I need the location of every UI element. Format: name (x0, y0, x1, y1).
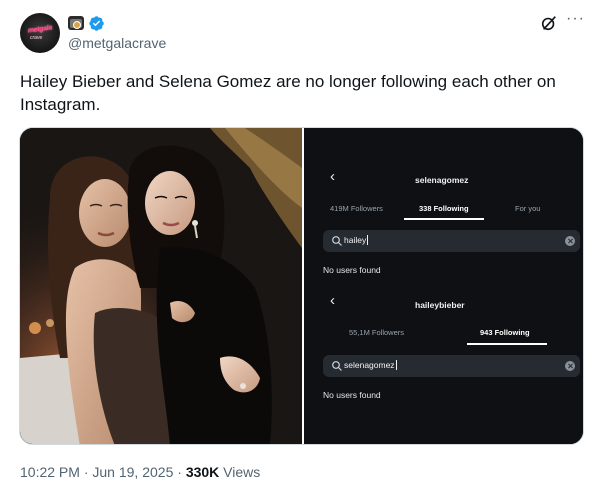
search-icon (332, 236, 342, 246)
more-options-icon[interactable]: ··· (566, 10, 585, 28)
clear-search-icon (565, 361, 575, 371)
photo-illustration (20, 128, 302, 444)
ig-tab-underline-2 (467, 343, 547, 345)
photo-hailey-selena[interactable] (20, 128, 302, 444)
ig-username-1: selenagomez (415, 175, 469, 185)
back-chevron-icon: ‹ (330, 292, 335, 309)
grok-icon[interactable] (540, 14, 558, 32)
ig-tab-following-2: 943 Following (480, 328, 530, 337)
ig-search-value-2: selenagomez (344, 360, 395, 370)
views-label: Views (223, 464, 261, 480)
camera-emoji-icon (68, 16, 84, 30)
account-handle[interactable]: @metgalacrave (68, 35, 166, 51)
ig-tab-foryou-1: For you (515, 204, 541, 213)
ig-tab-followers-1: 419M Followers (330, 204, 383, 213)
verified-badge-icon (89, 15, 104, 31)
search-icon (332, 361, 342, 371)
tweet-date[interactable]: Jun 19, 2025 (92, 464, 173, 480)
ig-tab-underline-1 (404, 218, 484, 220)
ig-empty-result-2: No users found (323, 390, 381, 400)
meta-separator: · (83, 464, 89, 480)
avatar-logo-subtext: crave (30, 35, 43, 41)
ig-search-value-1: hailey (344, 235, 367, 245)
ig-search-2: selenagomez (323, 355, 580, 377)
views-count: 330K (185, 464, 220, 480)
ig-search-1: hailey (323, 230, 580, 252)
tweet-media[interactable]: ‹ selenagomez 419M Followers 338 Followi… (19, 127, 584, 445)
instagram-screenshot[interactable]: ‹ selenagomez 419M Followers 338 Followi… (304, 128, 583, 444)
clear-search-icon (565, 236, 575, 246)
meta-separator: · (177, 464, 182, 480)
back-chevron-icon: ‹ (330, 168, 335, 185)
avatar[interactable]: metgala crave (20, 13, 60, 53)
ig-empty-result-1: No users found (323, 265, 381, 275)
tweet-text: Hailey Bieber and Selena Gomez are no lo… (20, 72, 556, 114)
ig-tab-following-1: 338 Following (419, 204, 469, 213)
ig-tab-followers-2: 55,1M Followers (349, 328, 405, 337)
ig-username-2: haileybieber (415, 300, 465, 310)
tweet-meta: 10:22 PM · Jun 19, 2025 · 330K Views (20, 464, 260, 480)
tweet-time[interactable]: 10:22 PM (20, 464, 80, 480)
account-badges (68, 14, 105, 32)
